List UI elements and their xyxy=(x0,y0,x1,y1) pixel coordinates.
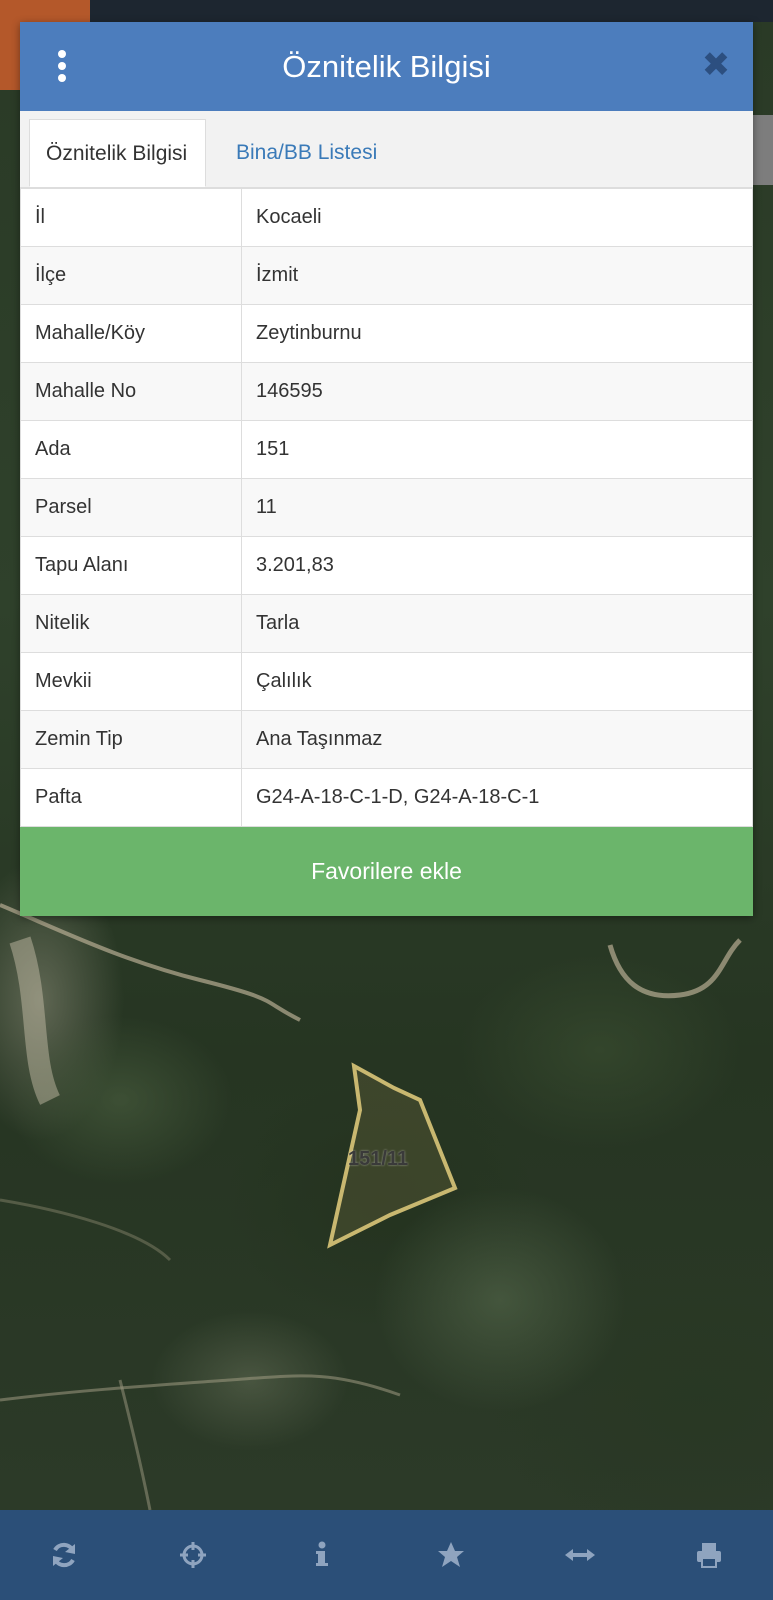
row-key: Nitelik xyxy=(20,594,242,653)
table-row: Tapu Alanı 3.201,83 xyxy=(20,536,753,595)
row-value: 11 xyxy=(241,478,753,537)
table-row: Zemin Tip Ana Taşınmaz xyxy=(20,710,753,769)
add-favorite-button[interactable]: Favorilere ekle xyxy=(20,827,753,916)
popup-header: Öznitelik Bilgisi ✖ xyxy=(20,22,753,111)
row-key: İl xyxy=(20,188,242,247)
row-key: İlçe xyxy=(20,246,242,305)
tab-building-list[interactable]: Bina/BB Listesi xyxy=(220,119,393,187)
row-value: 3.201,83 xyxy=(241,536,753,595)
info-icon[interactable] xyxy=(302,1535,342,1575)
measure-icon[interactable] xyxy=(560,1535,600,1575)
tab-bar: Öznitelik Bilgisi Bina/BB Listesi xyxy=(20,111,753,188)
table-row: Nitelik Tarla xyxy=(20,594,753,653)
row-key: Parsel xyxy=(20,478,242,537)
table-row: Parsel 11 xyxy=(20,478,753,537)
row-value: İzmit xyxy=(241,246,753,305)
row-key: Pafta xyxy=(20,768,242,827)
refresh-icon[interactable] xyxy=(44,1535,84,1575)
table-row: Mahalle No 146595 xyxy=(20,362,753,421)
row-value: Ana Taşınmaz xyxy=(241,710,753,769)
row-value: 146595 xyxy=(241,362,753,421)
row-value: Tarla xyxy=(241,594,753,653)
attribute-table: İl Kocaeli İlçe İzmit Mahalle/Köy Zeytinbur… xyxy=(20,188,753,827)
table-row: Ada 151 xyxy=(20,420,753,479)
row-key: Tapu Alanı xyxy=(20,536,242,595)
table-row: İlçe İzmit xyxy=(20,246,753,305)
table-row: Mevkii Çalılık xyxy=(20,652,753,711)
print-icon[interactable] xyxy=(689,1535,729,1575)
tab-attribute-info[interactable]: Öznitelik Bilgisi xyxy=(29,119,206,187)
close-icon[interactable]: ✖ xyxy=(701,48,731,82)
row-value: Kocaeli xyxy=(241,188,753,247)
row-key: Ada xyxy=(20,420,242,479)
crosshair-icon[interactable] xyxy=(173,1535,213,1575)
menu-kebab-icon[interactable] xyxy=(56,50,68,84)
row-value: 151 xyxy=(241,420,753,479)
attribute-popup: Öznitelik Bilgisi ✖ Öznitelik Bilgisi Bi… xyxy=(20,22,753,916)
row-value: G24-A-18-C-1-D, G24-A-18-C-1 xyxy=(241,768,753,827)
parcel-label[interactable]: 151/11 xyxy=(348,1148,408,1171)
row-key: Mevkii xyxy=(20,652,242,711)
table-row: Mahalle/Köy Zeytinburnu xyxy=(20,304,753,363)
popup-title: Öznitelik Bilgisi xyxy=(282,48,491,84)
row-value: Çalılık xyxy=(241,652,753,711)
star-icon[interactable] xyxy=(431,1535,471,1575)
bottom-toolbar xyxy=(0,1510,773,1600)
row-value: Zeytinburnu xyxy=(241,304,753,363)
row-key: Mahalle No xyxy=(20,362,242,421)
row-key: Zemin Tip xyxy=(20,710,242,769)
row-key: Mahalle/Köy xyxy=(20,304,242,363)
table-row: İl Kocaeli xyxy=(20,188,753,247)
table-row: Pafta G24-A-18-C-1-D, G24-A-18-C-1 xyxy=(20,768,753,827)
